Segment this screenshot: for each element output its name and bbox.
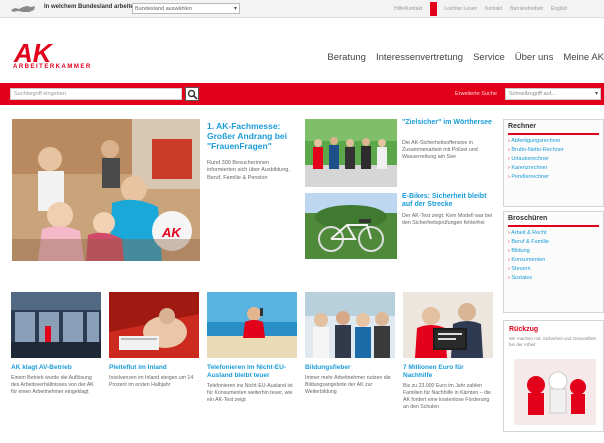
news-image-pleiteflut[interactable] bbox=[109, 292, 199, 358]
sidebar-link[interactable]: Konsumenten bbox=[508, 257, 599, 263]
sidebar-rule bbox=[508, 133, 599, 135]
sidebar-title-rechner: Rechner bbox=[508, 123, 537, 130]
news-teaser-nachhilfe: Bis zu 23.000 Euro im Jahr zahlen Famili… bbox=[403, 383, 491, 411]
sidebar-link[interactable]: Urlaubsrechner bbox=[508, 156, 599, 162]
news-headline-woerthersee[interactable]: "Zielsicher" im Wörthersee bbox=[402, 119, 494, 127]
news-image-ebikes[interactable] bbox=[305, 193, 397, 259]
news-teaser-telefonieren: Telefonieren ins Nicht-EU-Ausland ist fü… bbox=[207, 383, 293, 404]
news-headline-nachhilfe[interactable]: 7 Millionen Euro für Nachhilfe bbox=[403, 364, 493, 380]
util-link-help[interactable]: Hilfe/Kontakt bbox=[394, 6, 422, 12]
news-image-bildungsfieber[interactable] bbox=[305, 292, 395, 358]
news-headline-telefonieren[interactable]: Telefonieren im Nicht-EU-Ausland bleibt … bbox=[207, 364, 297, 380]
top-strip: In welchem Bundesland arbeiten Sie? Bund… bbox=[0, 0, 604, 18]
sidebar-link[interactable]: Beruf & Familie bbox=[508, 239, 599, 245]
main-nav: Beratung Interessenvertretung Service Üb… bbox=[327, 52, 604, 63]
promo-image bbox=[514, 359, 596, 425]
nav-item-interessenvertretung[interactable]: Interessenvertretung bbox=[376, 52, 463, 63]
sidebar-link[interactable]: Abfertigungsrechner bbox=[508, 138, 599, 144]
sidebar-box-rechner: Rechner Abfertigungsrechner Brutto-Netto… bbox=[503, 119, 604, 207]
austria-map-icon bbox=[11, 6, 35, 12]
sidebar-link[interactable]: Arbeit & Recht bbox=[508, 230, 599, 236]
search-icon bbox=[187, 89, 198, 100]
promo-title: Rückzug bbox=[509, 326, 539, 333]
news-teaser-ebikes: Der AK-Test zeigt: Kein Modell war bei d… bbox=[402, 213, 493, 227]
sidebar-box-broschueren: Broschüren Arbeit & Recht Beruf & Famili… bbox=[503, 211, 604, 313]
util-link-accessibility[interactable]: Barrierefreiheit bbox=[510, 6, 543, 12]
news-image-nachhilfe[interactable] bbox=[403, 292, 493, 358]
nav-item-ueber-uns[interactable]: Über uns bbox=[515, 52, 554, 63]
sidebar-rule bbox=[508, 225, 599, 227]
util-link-easy[interactable]: Leichter Lesen bbox=[444, 6, 477, 12]
chevron-down-icon: ▾ bbox=[594, 91, 598, 97]
language-marker bbox=[430, 2, 437, 16]
featured-image[interactable]: AK bbox=[12, 119, 200, 261]
news-headline-ebikes[interactable]: E-Bikes: Sicherheit bleibt auf der Strec… bbox=[402, 193, 494, 210]
region-select-value: Bundesland auswählen bbox=[135, 6, 192, 12]
news-teaser-pleiteflut: Insolvenzen im Inland steigen um 14 Proz… bbox=[109, 375, 194, 389]
chevron-down-icon: ▾ bbox=[233, 6, 237, 12]
nav-item-meine-ak[interactable]: Meine AK bbox=[563, 52, 604, 63]
news-headline-pleiteflut[interactable]: Pleiteflut im Inland bbox=[109, 364, 199, 372]
sidebar-promo[interactable]: Rückzug Wir machen mit: Sicherheit und G… bbox=[503, 320, 604, 432]
news-teaser-woerthersee: Die AK-Sicherheitsoffensive in Zusammena… bbox=[402, 140, 478, 161]
featured-headline[interactable]: 1. AK-Fachmesse: Großer Andrang bei "Fra… bbox=[207, 121, 299, 152]
promo-text: Wir machen mit: Sicherheit und Gesundhei… bbox=[509, 336, 596, 347]
nav-item-beratung[interactable]: Beratung bbox=[327, 52, 366, 63]
svg-text:AK: AK bbox=[161, 225, 182, 240]
news-teaser-av-betrieb: Einem Betrieb wurde die Auflösung des Ar… bbox=[11, 375, 94, 396]
advanced-search-link[interactable]: Erweiterte Suche bbox=[455, 91, 497, 97]
news-image-av-betrieb[interactable] bbox=[11, 292, 101, 358]
news-teaser-bildungsfieber: Immer mehr Arbeitnehmer nutzen die Bildu… bbox=[305, 375, 391, 396]
sidebar-link[interactable]: Brutto-Netto-Rechner bbox=[508, 147, 599, 153]
util-link-english[interactable]: English bbox=[551, 6, 567, 12]
shortcut-select-value: Schnellzugriff auf... bbox=[509, 91, 556, 97]
logo-subtitle: ARBEITERKAMMER bbox=[13, 64, 92, 70]
sidebar-title-broschueren: Broschüren bbox=[508, 215, 548, 222]
search-button[interactable] bbox=[185, 87, 199, 101]
sidebar-link[interactable]: Pendlerrechner bbox=[508, 174, 599, 180]
shortcut-select[interactable]: Schnellzugriff auf... ▾ bbox=[505, 88, 601, 100]
featured-teaser: Rund 300 Besucherinnen informierten sich… bbox=[207, 160, 290, 181]
news-image-woerthersee[interactable] bbox=[305, 119, 397, 187]
nav-item-service[interactable]: Service bbox=[473, 52, 505, 63]
sidebar-link[interactable]: Karenzrechner bbox=[508, 165, 599, 171]
sidebar-link[interactable]: Soziales bbox=[508, 275, 599, 281]
news-image-telefonieren[interactable] bbox=[207, 292, 297, 358]
sidebar-link[interactable]: Steuern bbox=[508, 266, 599, 272]
sidebar-link[interactable]: Bildung bbox=[508, 248, 599, 254]
util-link-contact[interactable]: Kontakt bbox=[485, 6, 502, 12]
utility-links: Hilfe/Kontakt Leichter Lesen Kontakt Bar… bbox=[394, 5, 567, 13]
region-select[interactable]: Bundesland auswählen ▾ bbox=[132, 3, 240, 14]
news-headline-av-betrieb[interactable]: AK klagt AV-Betrieb bbox=[11, 364, 101, 372]
news-headline-bildungsfieber[interactable]: Bildungsfieber bbox=[305, 364, 395, 372]
search-input[interactable]: Suchbegriff eingeben bbox=[10, 88, 182, 100]
